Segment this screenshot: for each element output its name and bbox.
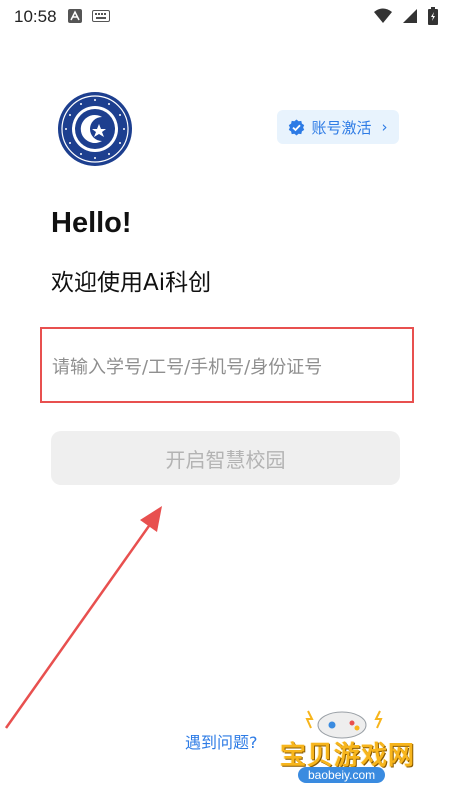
chevron-right-icon: › (381, 118, 388, 136)
welcome-text: 欢迎使用Ai科创 (51, 270, 212, 296)
status-bar: 10:58 (0, 0, 450, 34)
start-smart-campus-button[interactable]: 开启智慧校园 (51, 431, 400, 485)
keyboard-icon (92, 10, 110, 22)
watermark: 宝贝游戏网 baobeiy.com (272, 705, 422, 795)
university-seal-logo (58, 92, 132, 166)
university-logo (57, 91, 133, 167)
account-activate-label: 账号激活 (311, 118, 372, 137)
help-link[interactable]: 遇到问题? (185, 729, 258, 753)
annotation-arrow (4, 506, 162, 729)
wifi-icon (374, 8, 392, 23)
status-time: 10:58 (14, 7, 57, 26)
account-input[interactable] (52, 353, 392, 381)
font-a-icon (68, 9, 82, 23)
account-activate-button[interactable]: 账号激活 › (277, 110, 399, 144)
hello-heading: Hello! (51, 207, 132, 239)
cell-signal-icon (403, 9, 417, 23)
watermark-domain: baobeiy.com (298, 767, 386, 783)
verified-badge-icon (289, 119, 305, 135)
battery-icon (428, 7, 438, 25)
account-input-highlight (40, 327, 414, 403)
